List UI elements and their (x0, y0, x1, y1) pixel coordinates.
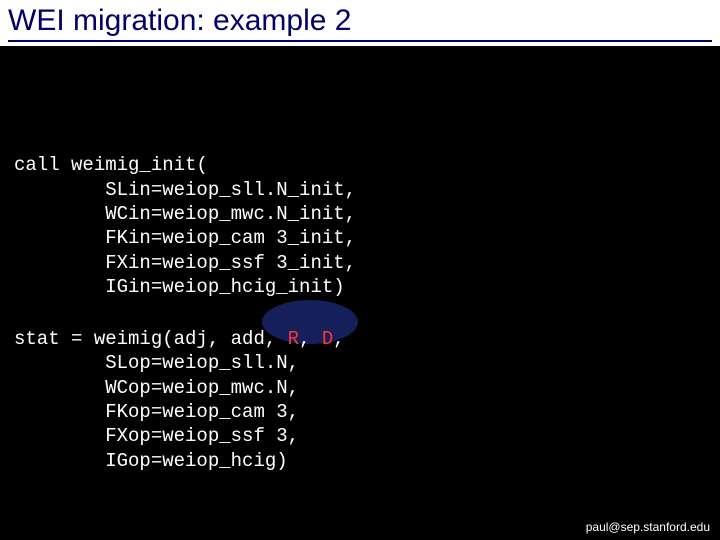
code-area: call weimig_init( SLin=weiop_sll.N_init,… (0, 46, 720, 507)
code-line: FKop=weiop_cam 3, (14, 401, 299, 423)
slide-title: WEI migration: example 2 (8, 4, 712, 42)
title-bar: WEI migration: example 2 (0, 0, 720, 46)
code-line: FXin=weiop_ssf 3_init, (14, 252, 356, 274)
code-line: IGop=weiop_hcig) (14, 450, 288, 472)
code-line: FXop=weiop_ssf 3, (14, 425, 299, 447)
footer-contact: paul@sep.stanford.edu (586, 520, 710, 534)
code-frag: , (333, 328, 344, 350)
code-line: FKin=weiop_cam 3_init, (14, 227, 356, 249)
highlight-D: D (322, 328, 333, 350)
code-frag: , (299, 328, 322, 350)
highlight-R: R (288, 328, 299, 350)
code-frag: stat = weimig(adj, add, (14, 328, 288, 350)
code-line: WCop=weiop_mwc.N, (14, 377, 299, 399)
code-line: call weimig_init( (14, 154, 208, 176)
code-line: IGin=weiop_hcig_init) (14, 276, 345, 298)
code-block-2: stat = weimig(adj, add, R, D, SLop=weiop… (14, 327, 706, 473)
code-line: SLop=weiop_sll.N, (14, 352, 299, 374)
code-text: call weimig_init( SLin=weiop_sll.N_init,… (14, 129, 706, 473)
code-line: WCin=weiop_mwc.N_init, (14, 203, 356, 225)
code-line: SLin=weiop_sll.N_init, (14, 179, 356, 201)
